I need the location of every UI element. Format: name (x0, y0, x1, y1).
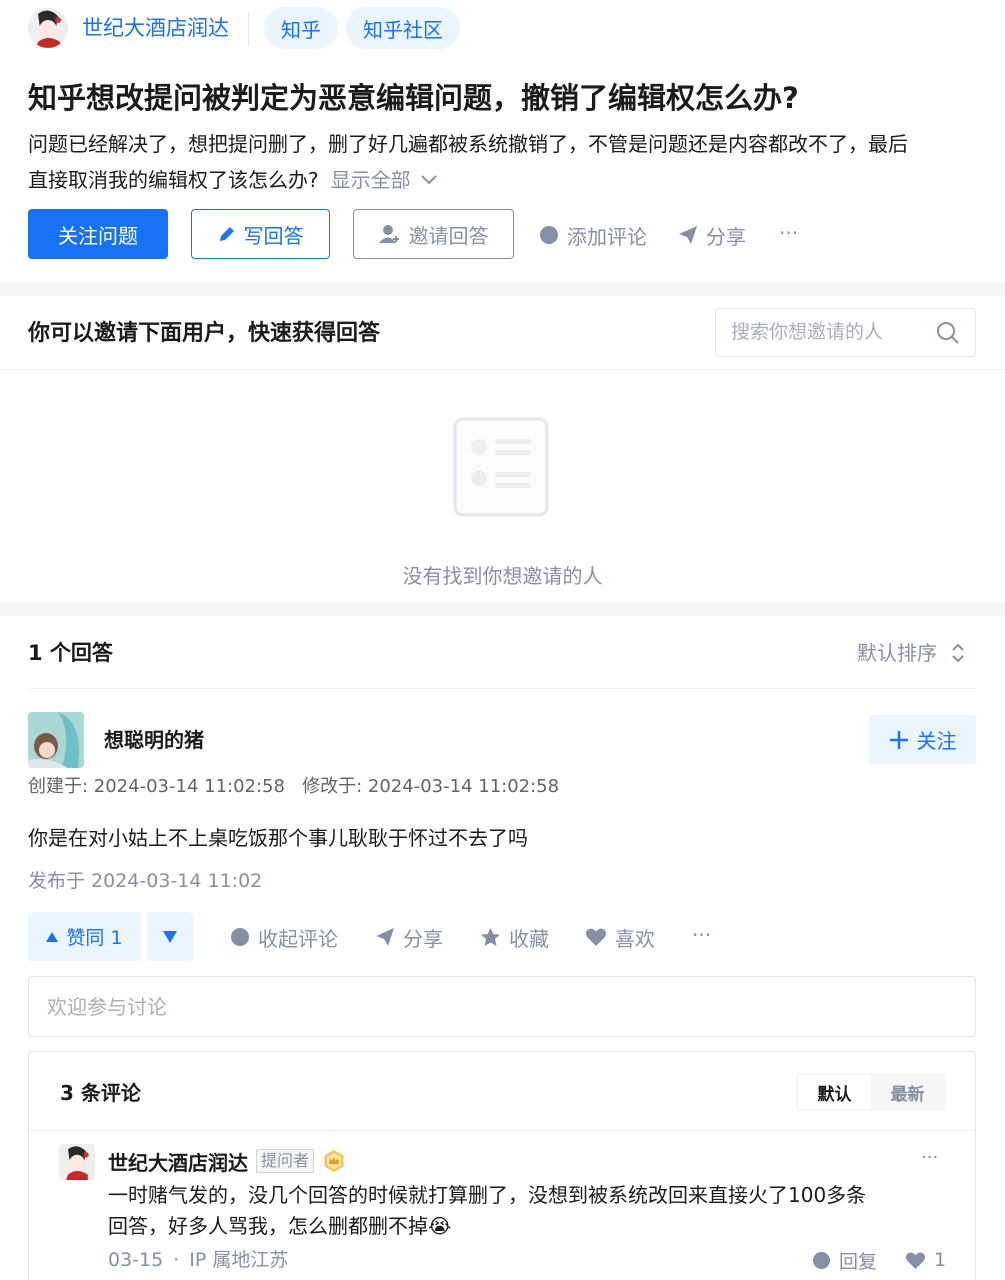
share-plane-icon (376, 928, 394, 946)
question-more-button[interactable]: ··· (779, 218, 798, 248)
show-all-label: 显示全部 (330, 168, 411, 192)
comment-like-count: 1 (934, 1249, 947, 1271)
avatar-image-icon (59, 1144, 95, 1180)
comment-text-line2: 回答，好多人骂我，怎么删都删不掉😭 (108, 1211, 451, 1241)
answers-card: 1 个回答 默认排序 想聪明的猪 关注 创建于: 2024-03-14 11:0… (0, 616, 1005, 1280)
chevron-down-icon (420, 175, 437, 185)
comment-input[interactable]: 欢迎参与讨论 (28, 976, 976, 1037)
upvote-label: 赞同 1 (66, 927, 123, 949)
comments-count: 3 条评论 (60, 1081, 141, 1105)
invite-user-icon (378, 225, 399, 243)
question-detail-line1: 问题已经解决了，想把提问删了，删了好几遍都被系统撤销了，不管是问题还是内容都改不… (28, 132, 908, 156)
invite-empty-text: 没有找到你想邀请的人 (402, 564, 603, 588)
follow-question-button[interactable]: 关注问题 (28, 209, 168, 259)
question-detail-line2: 直接取消我的编辑权了该怎么办? 显示全部 (28, 165, 437, 195)
comment-input-placeholder: 欢迎参与讨论 (47, 995, 167, 1019)
follow-author-button[interactable]: 关注 (869, 715, 976, 764)
avatar-image-icon (28, 712, 84, 768)
plus-icon (889, 730, 908, 749)
sort-dropdown[interactable]: 默认排序 (857, 638, 965, 668)
header-divider (248, 12, 249, 46)
answer-author-name[interactable]: 想聪明的猪 (104, 726, 204, 754)
comment-like-button[interactable]: 1 (905, 1246, 946, 1274)
add-comment-label: 添加评论 (567, 224, 647, 249)
invite-answer-label: 邀请回答 (408, 223, 489, 248)
answer-count: 1 个回答 (28, 641, 113, 665)
comment-ip-location: IP 属地江苏 (189, 1249, 289, 1271)
heart-icon (905, 1252, 926, 1269)
sort-label: 默认排序 (857, 641, 937, 665)
add-comment-button[interactable]: 添加评论 (539, 220, 647, 250)
search-icon[interactable] (936, 321, 960, 345)
comment-author-name[interactable]: 世纪大酒店润达 (108, 1147, 248, 1176)
upvote-button[interactable]: 赞同 1 (28, 912, 141, 961)
pencil-icon (219, 227, 234, 241)
invite-divider (0, 369, 1005, 370)
like-button[interactable]: 喜欢 (585, 922, 655, 952)
invite-search-box[interactable]: 搜索你想邀请的人 (715, 308, 976, 357)
answer-content: 你是在对小姑上不上桌吃饭那个事儿耿耿于怀过不去了吗 (28, 826, 528, 850)
collect-button[interactable]: 收藏 (480, 922, 549, 952)
sort-chevrons-icon (952, 643, 964, 663)
star-icon (481, 928, 500, 946)
comment-icon (540, 226, 558, 244)
comment-icon (231, 928, 249, 946)
comments-panel: 3 条评论 默认 最新 世纪大酒店润达 提问者 ··· 一时赌气发的，没几个回答… (28, 1051, 976, 1280)
write-answer-button[interactable]: 写回答 (191, 209, 330, 259)
comment-icon (812, 1251, 831, 1269)
answer-published-time[interactable]: 发布于 2024-03-14 11:02 (28, 867, 262, 895)
tab-default[interactable]: 默认 (798, 1075, 871, 1109)
collect-label: 收藏 (509, 926, 549, 951)
collapse-comments-label: 收起评论 (258, 926, 338, 951)
share-answer-button[interactable]: 分享 (375, 922, 443, 952)
share-answer-label: 分享 (403, 926, 443, 951)
question-card: 世纪大酒店润达 知乎 知乎社区 知乎想改提问被判定为恶意编辑问题，撤销了编辑权怎… (0, 0, 1005, 282)
like-label: 喜欢 (615, 926, 655, 951)
account-avatar[interactable] (28, 8, 68, 48)
comment-text-line1: 一时赌气发的，没几个回答的时候就打算删了，没想到被系统改回来直接火了100多条 (108, 1183, 867, 1207)
invite-answer-button[interactable]: 邀请回答 (353, 209, 514, 259)
empty-list-icon (453, 417, 549, 517)
topic-tag-zhihu[interactable]: 知乎 (264, 7, 338, 49)
asker-badge: 提问者 (256, 1149, 315, 1173)
comment-author-avatar[interactable] (59, 1144, 95, 1180)
answers-divider (28, 688, 976, 689)
heart-icon (585, 928, 607, 946)
share-question-button[interactable]: 分享 (678, 220, 746, 250)
invite-title: 你可以邀请下面用户，快速获得回答 (28, 321, 381, 346)
show-all-link[interactable]: 显示全部 (331, 165, 437, 195)
invite-card: 你可以邀请下面用户，快速获得回答 搜索你想邀请的人 没有找到你想邀请的人 (0, 296, 1005, 602)
share-question-label: 分享 (706, 224, 746, 249)
tab-newest[interactable]: 最新 (871, 1075, 944, 1109)
answer-more-button[interactable]: ··· (692, 920, 711, 950)
downvote-triangle-icon (163, 930, 177, 943)
crying-face-emoji: 😭 (428, 1214, 452, 1238)
comments-divider (29, 1130, 975, 1131)
creator-crown-icon (324, 1150, 344, 1172)
avatar-image-icon (28, 8, 68, 48)
invite-search-input[interactable]: 搜索你想邀请的人 (731, 319, 883, 345)
upvote-triangle-icon (46, 931, 59, 942)
comment-author-row: 世纪大酒店润达 提问者 (108, 1147, 346, 1175)
comment-sort-tabs: 默认 最新 (796, 1073, 946, 1111)
account-name[interactable]: 世纪大酒店润达 (82, 14, 229, 42)
downvote-button[interactable] (147, 912, 193, 961)
reply-label: 回复 (839, 1250, 878, 1273)
comment-date: 03-15 (108, 1249, 164, 1271)
question-title: 知乎想改提问被判定为恶意编辑问题，撤销了编辑权怎么办? (28, 81, 799, 115)
comment-text-line2-text: 回答，好多人骂我，怎么删都删不掉 (108, 1214, 428, 1238)
share-plane-icon (679, 226, 697, 244)
meta-separator: · (173, 1249, 180, 1271)
follow-author-label: 关注 (916, 729, 957, 753)
collapse-comments-button[interactable]: 收起评论 (230, 922, 338, 952)
write-answer-label: 写回答 (243, 223, 304, 248)
reply-button[interactable]: 回复 (812, 1246, 877, 1274)
answer-author-avatar[interactable] (28, 712, 84, 768)
question-detail-text: 直接取消我的编辑权了该怎么办? (28, 168, 319, 192)
comment-more-button[interactable]: ··· (921, 1146, 938, 1170)
comment-meta: 03-15 · IP 属地江苏 (108, 1246, 288, 1274)
topic-tag-zhihu-community[interactable]: 知乎社区 (346, 7, 460, 49)
answer-meta: 创建于: 2024-03-14 11:02:58 修改于: 2024-03-14… (28, 776, 560, 797)
